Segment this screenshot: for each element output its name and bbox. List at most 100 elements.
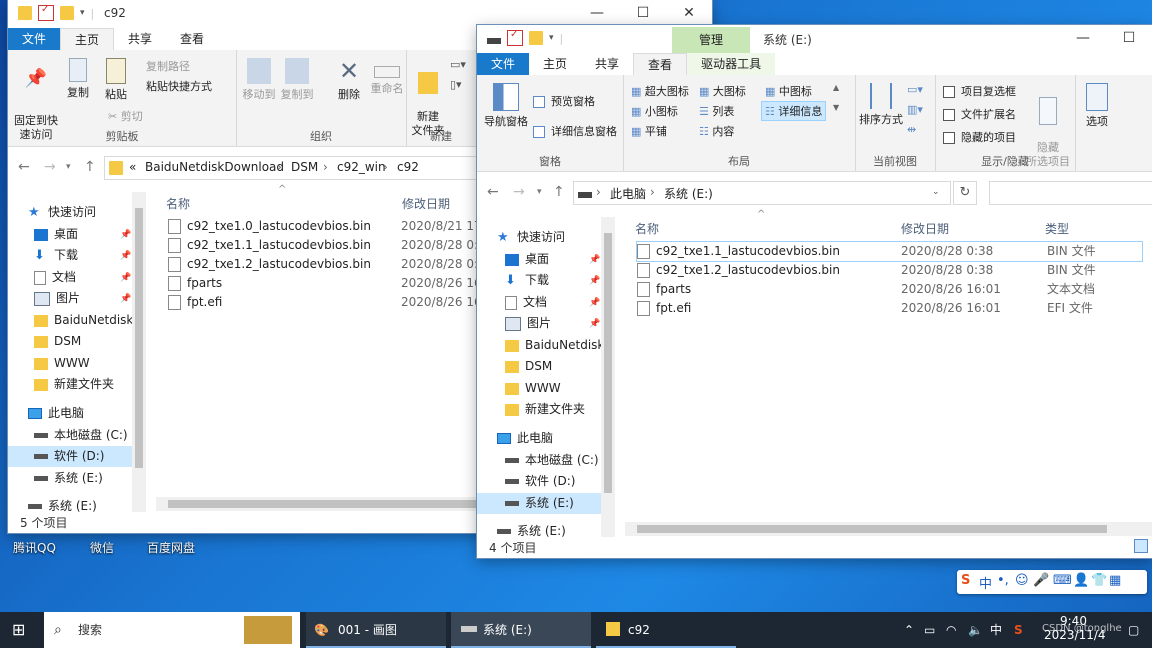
maximize-button[interactable]: ☐ <box>620 0 666 28</box>
move-to-button[interactable]: 移动到 <box>242 58 276 102</box>
nav-desktop[interactable]: 桌面 <box>34 224 78 245</box>
user-icon[interactable]: 👤 <box>1073 573 1089 588</box>
new-item-button[interactable]: ▭▾ <box>450 58 466 71</box>
tray-ime-indicator[interactable]: 中 <box>990 612 1002 648</box>
hidden-items-toggle[interactable]: 隐藏的项目 <box>943 129 1016 145</box>
easy-access-button[interactable]: ▯▾ <box>450 78 462 91</box>
notification-icon[interactable]: ▢ <box>1128 612 1139 648</box>
skin-icon[interactable]: 👕 <box>1091 573 1107 588</box>
nav-scrollbar-thumb[interactable] <box>135 208 143 468</box>
details-view-toggle[interactable] <box>1134 539 1148 553</box>
size-columns-button[interactable]: ⇹ <box>907 123 916 136</box>
taskbar-search-box[interactable]: ⌕ 搜索 <box>44 612 300 648</box>
network-icon[interactable]: ◠ <box>946 612 956 648</box>
title-bar[interactable]: ▾ | c92 — ☐ ✕ <box>8 0 712 28</box>
nav-baidunetdisk[interactable]: BaiduNetdiskD <box>505 335 614 356</box>
chevron-right-icon[interactable]: › <box>277 160 282 174</box>
minimize-button[interactable]: — <box>574 0 620 28</box>
nav-www[interactable]: WWW <box>505 378 561 399</box>
forward-arrow-icon[interactable]: → <box>44 159 56 175</box>
nav-drive-d[interactable]: 软件 (D:) <box>8 446 132 467</box>
punctuation-icon[interactable]: •, <box>997 573 1009 588</box>
minimize-button[interactable]: — <box>1060 25 1106 53</box>
chevron-right-icon[interactable]: › <box>650 185 655 199</box>
layout-details[interactable]: ☷ 详细信息 <box>761 101 827 121</box>
nav-new-folder[interactable]: 新建文件夹 <box>505 399 585 420</box>
properties-icon[interactable] <box>507 29 523 46</box>
address-box[interactable]: « BaiduNetdiskDownload › DSM › c92_win ›… <box>104 156 486 180</box>
tab-home[interactable]: 主页 <box>60 28 115 50</box>
microphone-icon[interactable]: 🎤 <box>1033 573 1049 588</box>
cut-button[interactable]: ✂ 剪切 <box>108 108 143 124</box>
copy-button[interactable]: 复制 <box>64 58 92 100</box>
column-name[interactable]: 名称 <box>166 195 190 212</box>
nav-quick-access[interactable]: ★ 快速访问 <box>497 227 565 248</box>
delete-button[interactable]: ✕ 删除 <box>334 58 364 102</box>
group-by-button[interactable]: ▭▾ <box>907 83 923 96</box>
layout-small-icons[interactable]: ▦ 小图标 <box>631 103 678 119</box>
file-hscrollbar-thumb[interactable] <box>637 525 1107 533</box>
breadcrumb-c92-win[interactable]: c92_win <box>337 160 386 174</box>
nav-scrollbar[interactable] <box>601 217 615 537</box>
chevron-right-icon[interactable]: › <box>323 160 328 174</box>
tab-drive-tools[interactable]: 驱动器工具 <box>687 53 776 75</box>
address-dropdown-chevron-icon[interactable]: ⌄ <box>932 187 940 197</box>
taskbar-app-drive-e[interactable]: 系统 (E:) <box>451 612 591 648</box>
tab-home[interactable]: 主页 <box>529 53 581 75</box>
paste-shortcut-button[interactable]: 粘贴快捷方式 <box>146 78 212 94</box>
file-hscrollbar[interactable] <box>625 522 1152 536</box>
layout-list[interactable]: ☰ 列表 <box>699 103 734 119</box>
breadcrumb-drive-e[interactable]: 系统 (E:) <box>664 185 713 202</box>
layout-scroll-up[interactable]: ▲ <box>833 83 839 92</box>
nav-documents[interactable]: 文档 <box>34 267 76 288</box>
column-type[interactable]: 类型 <box>1045 220 1069 237</box>
title-bar[interactable]: ▾ | 管理 系统 (E:) — ☐ <box>477 25 1152 53</box>
chevron-right-icon[interactable]: › <box>383 160 388 174</box>
tab-file[interactable]: 文件 <box>477 53 530 75</box>
forward-arrow-icon[interactable]: → <box>513 184 525 200</box>
item-checkboxes-toggle[interactable]: 项目复选框 <box>943 83 1016 99</box>
up-arrow-icon[interactable]: ↑ <box>84 159 96 175</box>
taskbar-app-c92[interactable]: c92 <box>596 612 736 648</box>
file-row[interactable]: c92_txe1.2_lastucodevbios.bin 2020/8/28 0… <box>637 261 1142 280</box>
add-columns-button[interactable]: ▥▾ <box>907 103 923 116</box>
sogou-tray-icon[interactable]: S <box>1014 612 1023 648</box>
breadcrumb-baidunetdiskdownload[interactable]: BaiduNetdiskDownload <box>145 160 284 174</box>
search-input[interactable] <box>989 181 1152 205</box>
column-name[interactable]: 名称 <box>635 220 659 237</box>
nav-pictures[interactable]: 图片 <box>34 288 80 309</box>
nav-drive-d[interactable]: 软件 (D:) <box>505 471 575 492</box>
nav-downloads[interactable]: ⬇ 下载 <box>505 270 549 291</box>
column-date[interactable]: 修改日期 <box>901 220 949 237</box>
ime-mode[interactable]: 中 <box>979 573 992 592</box>
copy-path-button[interactable]: 复制路径 <box>146 58 190 74</box>
windows-start-icon[interactable]: ⊞ <box>12 612 25 648</box>
chevron-right-icon[interactable]: › <box>596 185 601 199</box>
back-arrow-icon[interactable]: ← <box>487 184 499 200</box>
breadcrumb-dsm[interactable]: DSM <box>291 160 318 174</box>
file-row[interactable]: fparts 2020/8/26 16:01 文本文档 <box>637 280 1142 299</box>
nav-drive-e-2[interactable]: 系统 (E:) <box>28 496 97 512</box>
copy-to-button[interactable]: 复制到 <box>280 58 314 102</box>
breadcrumb-c92[interactable]: c92 <box>397 160 419 174</box>
emoji-icon[interactable]: ☺ <box>1015 573 1029 588</box>
breadcrumb-overflow[interactable]: « <box>129 160 136 174</box>
new-folder-icon[interactable] <box>60 6 74 20</box>
taskbar-app-paint[interactable]: 🎨 001 - 画图 <box>306 612 446 648</box>
preview-pane-button[interactable]: 预览窗格 <box>533 93 595 109</box>
nav-new-folder[interactable]: 新建文件夹 <box>34 374 114 395</box>
nav-pictures[interactable]: 图片 <box>505 313 551 334</box>
nav-scrollbar[interactable] <box>132 192 146 512</box>
maximize-button[interactable]: ☐ <box>1106 25 1152 53</box>
nav-this-pc[interactable]: 此电脑 <box>28 403 84 424</box>
back-arrow-icon[interactable]: ← <box>18 159 30 175</box>
new-folder-button[interactable]: 新建 文件夹 <box>410 58 446 138</box>
file-row[interactable]: c92_txe1.1_lastucodevbios.bin 2020/8/28 0… <box>636 241 1143 262</box>
layout-large-icons[interactable]: ▦ 大图标 <box>699 83 746 99</box>
layout-content[interactable]: ☷ 内容 <box>699 123 734 139</box>
refresh-button[interactable]: ↻ <box>953 181 977 205</box>
file-extensions-toggle[interactable]: 文件扩展名 <box>943 106 1016 122</box>
volume-icon[interactable]: 🔈 <box>968 612 983 648</box>
chevron-down-icon[interactable]: ▾ <box>549 33 554 43</box>
tab-view[interactable]: 查看 <box>633 53 688 75</box>
